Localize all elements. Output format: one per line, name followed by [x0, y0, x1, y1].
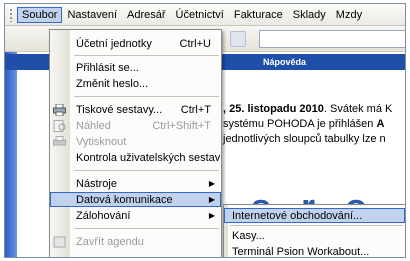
- menu-item-ucetni-jednotky[interactable]: Účetní jednotky Ctrl+U: [50, 36, 221, 51]
- menu-item-label: Zavřít agendu: [76, 235, 144, 248]
- menu-soubor[interactable]: Soubor: [17, 6, 63, 23]
- menu-item-nastroje[interactable]: Nástroje ▶: [50, 176, 221, 191]
- app-window: Soubor Nastavení Adresář Účetnictví Fakt…: [4, 3, 406, 258]
- submenu-item-terminal-psion[interactable]: Terminál Psion Workabout...: [224, 244, 405, 258]
- menu-item-nahled[interactable]: Náhled Ctrl+Shift+T: [50, 118, 221, 133]
- menu-separator: [74, 55, 219, 56]
- menu-fakturace[interactable]: Fakturace: [229, 7, 288, 23]
- menu-item-label: Datová komunikace: [76, 193, 173, 206]
- menu-item-label: Přihlásit se...: [76, 61, 139, 74]
- menu-mzdy[interactable]: Mzdy: [331, 7, 367, 23]
- left-panel-strip: [5, 52, 17, 257]
- menu-item-label: Tiskové sestavy...: [76, 103, 163, 116]
- menu-adresar[interactable]: Adresář: [122, 7, 171, 23]
- menu-item-shortcut: Ctrl+Shift+T: [152, 119, 211, 132]
- submenu-item-internetove-obchodovani[interactable]: Internetové obchodování...: [224, 208, 405, 223]
- submenu-arrow-icon: ▶: [208, 195, 215, 204]
- submenu-arrow-icon: ▶: [208, 179, 215, 188]
- menubar: Soubor Nastavení Adresář Účetnictví Fakt…: [5, 4, 405, 26]
- menu-item-zalohovani[interactable]: Zálohování ▶: [50, 208, 221, 223]
- submenu-item-label: Terminál Psion Workabout...: [232, 245, 370, 258]
- news-line3: jednotlivých sloupců tabulky lze n: [223, 133, 386, 145]
- print-icon: [53, 135, 66, 145]
- menu-item-tiskove-sestavy[interactable]: Tiskové sestavy... Ctrl+T: [50, 102, 221, 117]
- menu-item-datova-komunikace[interactable]: Datová komunikace ▶: [50, 192, 221, 207]
- menu-item-zmenit-heslo[interactable]: Změnit heslo...: [50, 76, 221, 91]
- menu-sklady[interactable]: Sklady: [288, 7, 331, 23]
- submenu-arrow-icon: ▶: [208, 211, 215, 220]
- soubor-menu: Účetní jednotky Ctrl+U Přihlásit se... Z…: [49, 29, 222, 257]
- toolbar-button[interactable]: [230, 31, 246, 47]
- menu-nastaveni[interactable]: Nastavení: [62, 7, 122, 23]
- menu-separator: [74, 96, 219, 97]
- submenu-item-label: Kasy...: [232, 229, 265, 242]
- menu-item-label: Kontrola uživatelských sestav: [76, 151, 221, 164]
- menu-item-shortcut: Ctrl+U: [179, 37, 211, 50]
- news-text: , 25. listopadu 2010. Svátek má K systém…: [223, 102, 405, 147]
- menu-item-label: Náhled: [76, 119, 111, 132]
- menu-item-label: Účetní jednotky: [76, 37, 152, 50]
- news-user: A: [376, 118, 385, 130]
- preview-icon: [53, 119, 66, 132]
- toolbar-combo[interactable]: [259, 30, 405, 48]
- menu-item-vytisknout[interactable]: Vytisknout: [50, 134, 221, 149]
- submenu-separator: [230, 225, 403, 226]
- menu-separator: [74, 228, 219, 229]
- printer-icon: [53, 103, 66, 116]
- menu-item-label: Vytisknout: [76, 135, 127, 148]
- submenu-item-label: Internetové obchodování...: [232, 209, 363, 222]
- menu-item-prihlasit[interactable]: Přihlásit se...: [50, 60, 221, 75]
- news-line1-rest: . Svátek má K: [323, 103, 393, 115]
- menu-separator: [74, 170, 219, 171]
- menu-item-label: Nástroje: [76, 177, 117, 190]
- menu-ucetnictvi[interactable]: Účetnictví: [171, 7, 229, 23]
- nav-title[interactable]: Nápověda: [263, 57, 306, 67]
- news-line2: systému POHODA je přihlášen: [223, 118, 377, 130]
- datova-komunikace-submenu: Internetové obchodování... Kasy... Termi…: [223, 204, 405, 258]
- menubar-grip[interactable]: [9, 7, 13, 22]
- menu-item-label: Změnit heslo...: [76, 77, 149, 90]
- close-agenda-icon: [53, 236, 66, 247]
- submenu-item-kasy[interactable]: Kasy...: [224, 228, 405, 243]
- menu-item-label: Zálohování: [76, 209, 131, 222]
- menu-item-kontrola-sestav[interactable]: Kontrola uživatelských sestav: [50, 150, 221, 165]
- menu-item-zavrit-agendu[interactable]: Zavřít agendu: [50, 234, 221, 249]
- menu-item-shortcut: Ctrl+T: [180, 103, 211, 116]
- news-date: , 25. listopadu 2010: [223, 103, 324, 115]
